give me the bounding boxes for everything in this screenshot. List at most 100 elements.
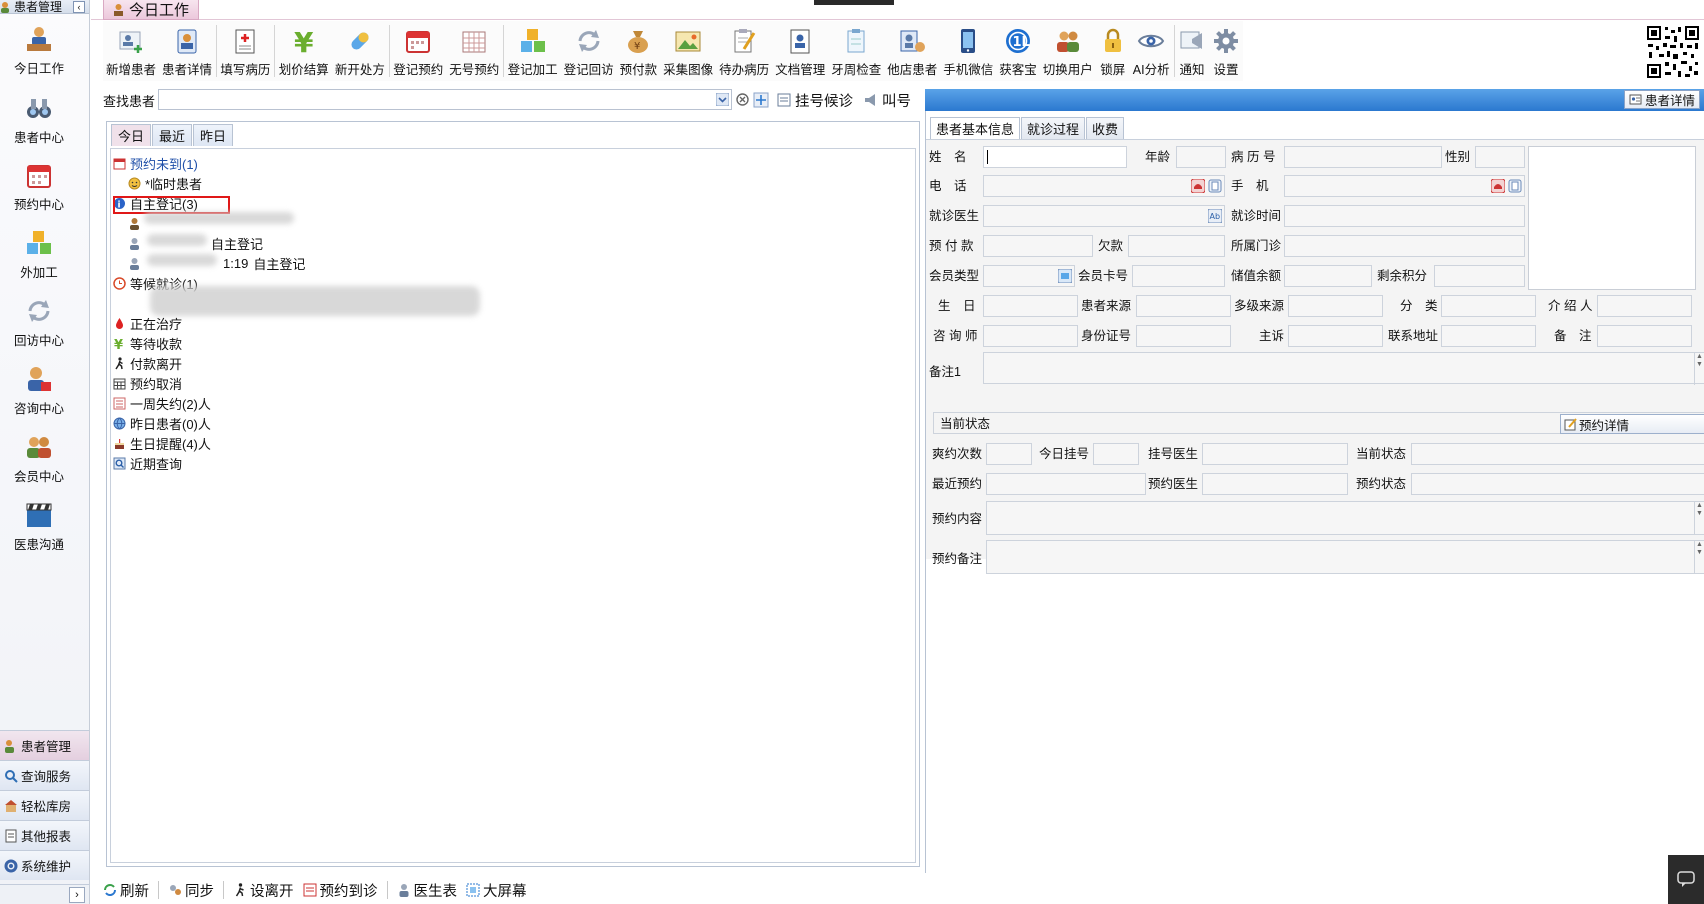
- tab-today[interactable]: 今日: [111, 124, 152, 146]
- register-processing-button[interactable]: 登记加工: [505, 21, 561, 79]
- tab-charges[interactable]: 收费: [1086, 117, 1125, 139]
- nav-appointment-center[interactable]: 预约中心: [0, 160, 78, 213]
- patient-photo[interactable]: [1528, 146, 1696, 290]
- member-select-icon[interactable]: [1058, 269, 1072, 283]
- document-mgmt-button[interactable]: 文档管理: [772, 21, 828, 79]
- module-other-reports[interactable]: 其他报表: [0, 820, 89, 850]
- huokebao-button[interactable]: 1L 获客宝: [996, 21, 1040, 79]
- age-field[interactable]: [1176, 146, 1226, 168]
- phone-dial-icon[interactable]: [1191, 179, 1205, 193]
- tab-recent[interactable]: 最近: [152, 124, 193, 146]
- register-appointment-button[interactable]: 登记预约: [390, 21, 446, 79]
- prepay-field[interactable]: [983, 235, 1093, 257]
- tree-node-week-missed[interactable]: 一周失约(2)人: [113, 394, 211, 413]
- phone-dial-icon[interactable]: [1491, 179, 1505, 193]
- tab-basic-info[interactable]: 患者基本信息: [930, 117, 1021, 139]
- appt-remark-textarea[interactable]: ▲ ▼: [986, 540, 1704, 574]
- module-patient-mgmt[interactable]: 患者管理: [0, 730, 89, 760]
- tree-node-await-payment[interactable]: ¥ 等待收款: [113, 334, 182, 353]
- settings-button[interactable]: 设置: [1209, 21, 1243, 79]
- consultant-field[interactable]: [983, 325, 1078, 347]
- category-field[interactable]: [1441, 295, 1536, 317]
- switch-user-button[interactable]: 切换用户: [1040, 21, 1096, 79]
- spellcheck-icon[interactable]: Ab: [1208, 209, 1222, 223]
- current-status-field[interactable]: [1411, 443, 1704, 465]
- id-no-field[interactable]: [1136, 325, 1231, 347]
- copy-icon[interactable]: [1208, 179, 1222, 193]
- nav-member-center[interactable]: 会员中心: [0, 432, 78, 485]
- scrollbar[interactable]: ▲ ▼: [1694, 541, 1704, 573]
- sidebar-expand-button[interactable]: ›: [69, 887, 85, 903]
- reg-doctor-field[interactable]: [1202, 443, 1348, 465]
- tree-node-treating[interactable]: 正在治疗: [113, 314, 182, 333]
- clinic-field[interactable]: [1284, 235, 1525, 257]
- complaint-field[interactable]: [1288, 325, 1383, 347]
- tree-node-paid-left[interactable]: 付款离开: [113, 354, 182, 373]
- remark1-textarea[interactable]: ▲ ▼: [983, 352, 1704, 385]
- name-field[interactable]: [983, 146, 1127, 168]
- chat-widget[interactable]: [1668, 855, 1704, 904]
- nav-doctor-patient-comm[interactable]: 医患沟通: [0, 500, 78, 553]
- ai-analysis-button[interactable]: AI分析: [1130, 21, 1173, 79]
- walkin-appointment-button[interactable]: 无号预约: [446, 21, 502, 79]
- scrollbar[interactable]: ▲ ▼: [1694, 502, 1704, 534]
- tree-node-self-reg-entry[interactable]: [128, 214, 145, 233]
- nav-today-work[interactable]: 今日工作: [0, 24, 78, 77]
- copy-icon[interactable]: [1508, 179, 1522, 193]
- missed-count-field[interactable]: [986, 443, 1032, 465]
- balance-field[interactable]: [1284, 265, 1372, 287]
- doctor-table-button[interactable]: 医生表: [397, 880, 457, 901]
- tree-node-recent-query[interactable]: 近期查询: [113, 454, 182, 473]
- tree-node-appt-missed[interactable]: 预约未到(1): [113, 154, 198, 173]
- patient-detail-button[interactable]: 患者详情: [159, 21, 215, 79]
- set-leave-button[interactable]: 设离开: [233, 880, 294, 901]
- refresh-button[interactable]: 刷新: [103, 880, 149, 901]
- patient-detail-header-button[interactable]: 患者详情: [1623, 90, 1700, 109]
- last-appt-field[interactable]: [986, 473, 1146, 495]
- appt-content-textarea[interactable]: ▲ ▼: [986, 501, 1704, 535]
- periodontal-check-button[interactable]: 牙周检查: [828, 21, 884, 79]
- notification-button[interactable]: 通知: [1175, 21, 1209, 79]
- nav-outsourcing[interactable]: 外加工: [0, 228, 78, 281]
- module-system-maintenance[interactable]: 系统维护: [0, 850, 89, 880]
- remark-field[interactable]: [1597, 325, 1692, 347]
- tab-yesterday[interactable]: 昨日: [193, 124, 234, 146]
- module-query-service[interactable]: 查询服务: [0, 760, 89, 790]
- sync-button[interactable]: 同步: [168, 880, 214, 901]
- register-followup-button[interactable]: 登记回访: [561, 21, 617, 79]
- prepayment-button[interactable]: ¥ 预付款: [617, 21, 661, 79]
- write-record-button[interactable]: 填写病历: [217, 21, 273, 79]
- doctor-field[interactable]: Ab: [983, 205, 1225, 227]
- multi-source-field[interactable]: [1288, 295, 1383, 317]
- visit-time-field[interactable]: [1284, 205, 1525, 227]
- chevron-down-icon[interactable]: [716, 93, 729, 106]
- appt-status-field[interactable]: [1411, 473, 1704, 495]
- nav-consult-center[interactable]: 咨询中心: [0, 364, 78, 417]
- record-no-field[interactable]: [1284, 146, 1442, 168]
- new-prescription-button[interactable]: 新开处方: [332, 21, 388, 79]
- capture-image-button[interactable]: 采集图像: [660, 21, 716, 79]
- nav-followup-center[interactable]: 回访中心: [0, 296, 78, 349]
- tree-node-yesterday-patients[interactable]: 昨日患者(0)人: [113, 414, 211, 433]
- member-type-field[interactable]: [983, 265, 1075, 287]
- tree-node-temp-patient[interactable]: *临时患者: [128, 174, 202, 193]
- scrollbar[interactable]: ▲ ▼: [1694, 353, 1704, 385]
- referrer-field[interactable]: [1597, 295, 1692, 317]
- points-field[interactable]: [1434, 265, 1525, 287]
- module-warehouse[interactable]: 轻松库房: [0, 790, 89, 820]
- today-reg-field[interactable]: [1093, 443, 1139, 465]
- sidebar-pin-button[interactable]: ‹: [73, 0, 85, 13]
- call-number-button[interactable]: 叫号: [860, 89, 915, 111]
- other-store-patients-button[interactable]: 他店患者: [884, 21, 940, 79]
- gender-field[interactable]: [1475, 146, 1525, 168]
- lock-screen-button[interactable]: 锁屏: [1096, 21, 1130, 79]
- source-field[interactable]: [1136, 295, 1231, 317]
- appointment-arrival-button[interactable]: 预约到诊: [303, 880, 378, 901]
- tree-node-birthday-reminder[interactable]: 生日提醒(4)人: [113, 434, 211, 453]
- address-field[interactable]: [1441, 325, 1536, 347]
- appt-doctor-field[interactable]: [1202, 473, 1348, 495]
- tab-today-work[interactable]: 今日工作: [103, 0, 199, 20]
- appointment-detail-button[interactable]: 预约详情: [1560, 414, 1704, 434]
- scan-icon[interactable]: [753, 92, 769, 108]
- add-patient-button[interactable]: 新增患者: [103, 21, 159, 79]
